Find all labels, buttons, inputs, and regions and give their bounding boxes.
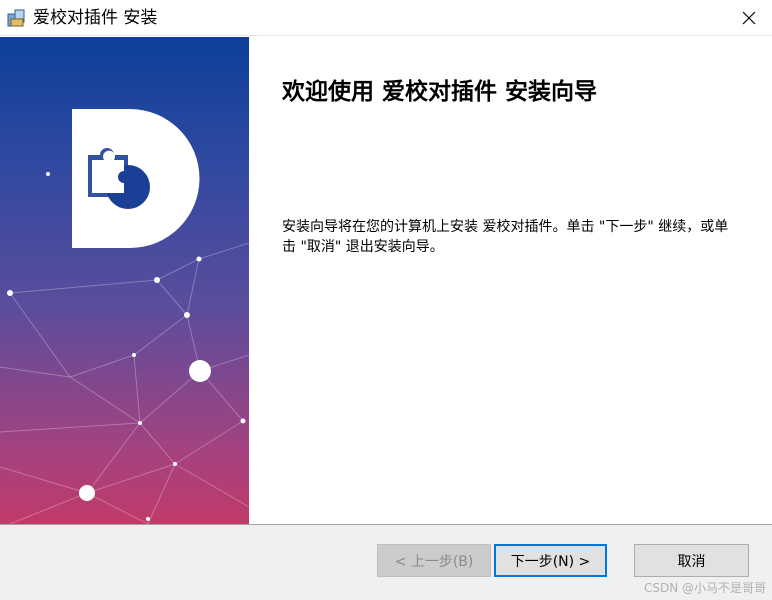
cancel-button[interactable]: 取消 [634,544,749,577]
title-bar: 爱校对插件 安装 [0,0,772,36]
puzzle-logo [72,109,200,248]
side-banner [0,37,249,524]
close-icon [742,11,756,25]
back-button[interactable]: < 上一步(B) [377,544,491,577]
installer-icon [7,9,25,27]
network-graphic [0,109,249,524]
main-panel: 欢迎使用 爱校对插件 安装向导 安装向导将在您的计算机上安装 爱校对插件。单击 … [249,37,772,524]
page-title: 欢迎使用 爱校对插件 安装向导 [282,78,598,105]
next-button[interactable]: 下一步(N) > [494,544,607,577]
watermark: CSDN @小马不是哥哥 [643,581,766,595]
welcome-description: 安装向导将在您的计算机上安装 爱校对插件。单击 "下一步" 继续，或单击 "取消… [282,219,729,255]
button-bar: < 上一步(B) 下一步(N) > 取消 CSDN @小马不是哥哥 [0,524,772,600]
close-button[interactable] [726,0,772,36]
wizard-content: 欢迎使用 爱校对插件 安装向导 安装向导将在您的计算机上安装 爱校对插件。单击 … [0,37,772,524]
window-title: 爱校对插件 安装 [33,8,158,28]
